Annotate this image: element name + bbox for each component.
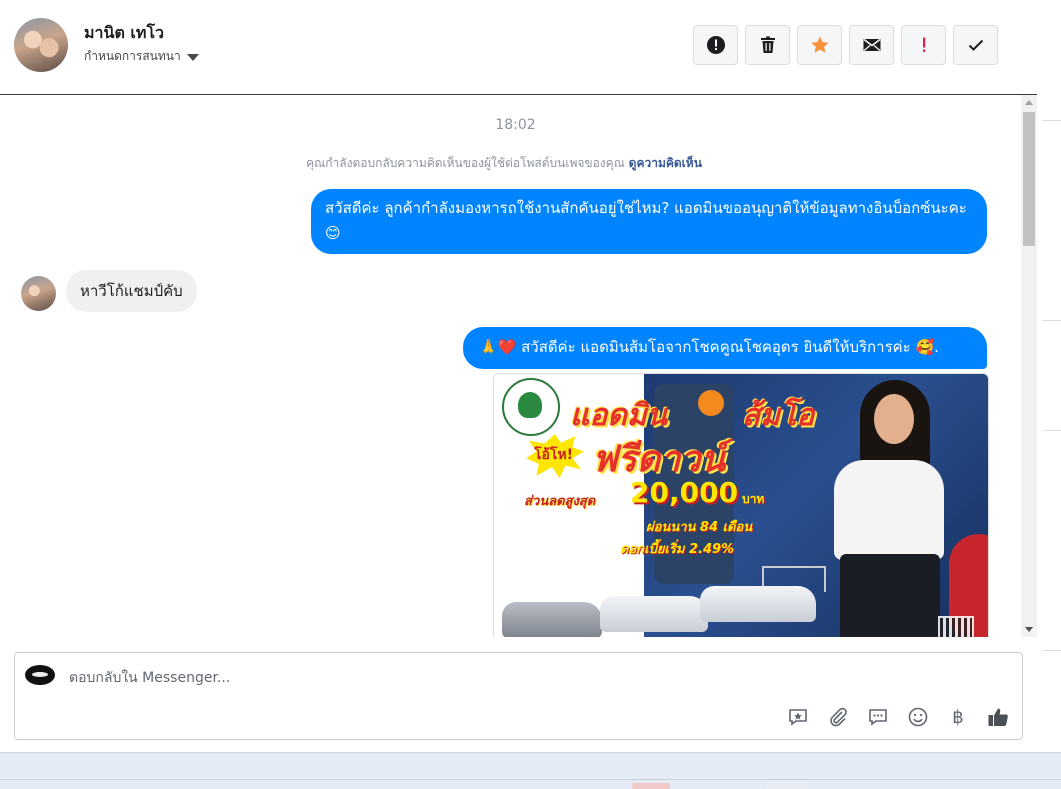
car-image xyxy=(600,596,708,632)
scrollbar-thumb[interactable] xyxy=(1023,112,1035,246)
taskbar-strip xyxy=(0,752,1061,789)
promo-discount-label: ส่วนลดสูงสุด xyxy=(524,494,596,509)
quick-reply-button[interactable] xyxy=(866,705,890,729)
contact-avatar-small xyxy=(21,276,56,311)
payment-button[interactable]: ฿ xyxy=(946,705,970,729)
orange-icon xyxy=(698,390,724,416)
promo-burst-badge: โอ้โห! xyxy=(526,434,584,478)
contact-name[interactable]: มานิต เทโว xyxy=(84,21,164,46)
car-image xyxy=(700,586,816,622)
smiley-icon xyxy=(908,707,928,727)
like-button[interactable] xyxy=(986,705,1010,729)
message-thread[interactable]: 18:02 คุณกำลังตอบกลับความคิดเห็นของผู้ใช… xyxy=(0,95,1021,637)
mark-unread-button[interactable] xyxy=(849,25,894,65)
important-button[interactable] xyxy=(901,25,946,65)
scroll-up-icon[interactable] xyxy=(1025,100,1033,105)
thumbs-up-icon xyxy=(988,708,1008,726)
reply-input[interactable] xyxy=(67,663,771,693)
saved-replies-button[interactable] xyxy=(786,705,810,729)
attach-button[interactable] xyxy=(826,705,850,729)
scroll-down-icon[interactable] xyxy=(1025,627,1033,632)
star-icon xyxy=(810,36,829,53)
thread-scrollbar[interactable] xyxy=(1021,95,1037,637)
page-avatar xyxy=(25,665,55,685)
message-bubble-outgoing[interactable]: สวัสดีค่ะ ลูกค้ากำลังมองหารถใช้งานสักคัน… xyxy=(311,189,987,254)
delete-button[interactable] xyxy=(745,25,790,65)
checkmark-icon xyxy=(968,39,983,51)
star-button[interactable] xyxy=(797,25,842,65)
assign-conversation-dropdown[interactable]: กำหนดการสนทนา xyxy=(84,47,199,66)
promo-image-attachment[interactable]: แอดมิน ส้มโอ โอ้โห! ฟรีดาวน์ ส่วนลดสูงสุ… xyxy=(493,373,989,637)
message-timestamp: 18:02 xyxy=(495,117,536,133)
promo-currency: บาท xyxy=(742,492,765,506)
promo-interest: ดอกเบี้ยเริ่ม 2.49% xyxy=(620,542,735,557)
context-text: คุณกำลังตอบกลับความคิดเห็นของผู้ใช้ต่อโพ… xyxy=(306,156,625,170)
promo-title-somo: ส้มโอ xyxy=(742,398,815,433)
qr-code xyxy=(938,616,974,637)
contact-avatar[interactable] xyxy=(14,18,68,72)
side-strip xyxy=(1037,0,1061,752)
assign-label: กำหนดการสนทนา xyxy=(84,49,181,63)
promo-installment: ผ่อนนาน 84 เดือน xyxy=(646,520,753,535)
exclamation-icon xyxy=(922,37,925,52)
baht-icon: ฿ xyxy=(952,706,964,728)
action-toolbar xyxy=(693,25,998,65)
caret-down-icon xyxy=(186,54,199,61)
inbox-conversation-panel: มานิต เทโว กำหนดการสนทนา 18:02 คุณกำลังต… xyxy=(0,0,1038,752)
trash-icon xyxy=(760,36,775,53)
view-comment-link[interactable]: ดูความคิดเห็น xyxy=(629,156,702,170)
promo-discount-amount: 20,000 xyxy=(630,476,739,509)
saved-reply-icon xyxy=(789,709,807,726)
composer-tools: ฿ xyxy=(786,705,1010,729)
car-image xyxy=(502,602,602,637)
dealer-logo xyxy=(502,378,560,436)
reply-composer: ฿ xyxy=(14,652,1023,740)
chat-bubble-icon xyxy=(869,709,887,726)
message-bubble-outgoing[interactable]: 🙏❤️ สวัสดีค่ะ แอดมินส้มโอจากโชคคูณโชคอุด… xyxy=(463,327,987,369)
message-bubble-incoming[interactable]: หาวีโก้แชมป์คับ xyxy=(66,270,197,312)
paperclip-icon xyxy=(830,707,847,727)
conversation-header: มานิต เทโว กำหนดการสนทนา xyxy=(0,0,1037,95)
envelope-icon xyxy=(863,38,880,51)
alert-circle-icon xyxy=(706,36,725,54)
emoji-button[interactable] xyxy=(906,705,930,729)
done-button[interactable] xyxy=(953,25,998,65)
spam-button[interactable] xyxy=(693,25,738,65)
reply-context-notice: คุณกำลังตอบกลับความคิดเห็นของผู้ใช้ต่อโพ… xyxy=(0,154,1008,173)
